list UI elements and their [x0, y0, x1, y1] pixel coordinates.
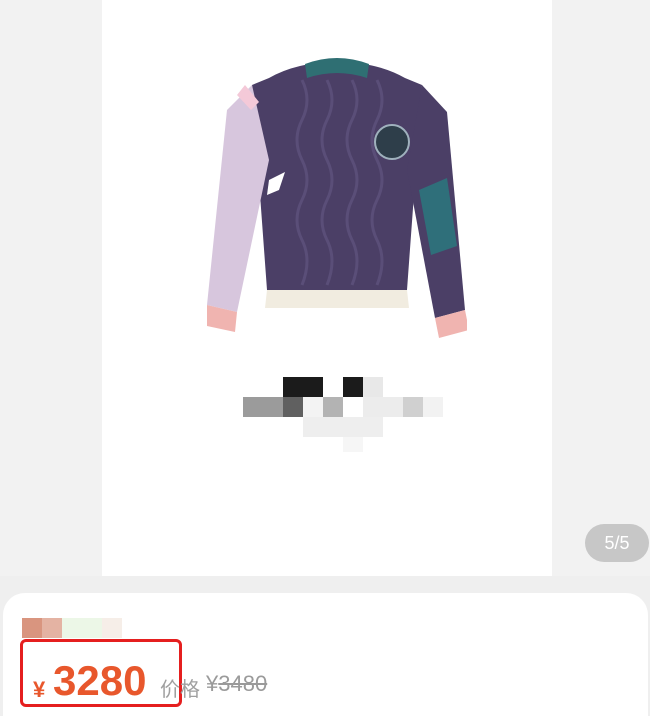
- original-price-label: 价格: [160, 679, 200, 701]
- mosaic-block: [323, 397, 343, 417]
- mosaic-block: [403, 397, 423, 417]
- mosaic-block: [363, 377, 383, 397]
- mosaic-block: [303, 417, 383, 437]
- product-page: 5/5 ¥ 3280 价格 ¥3480: [0, 0, 650, 716]
- mosaic-block: [283, 397, 303, 417]
- page-indicator: 5/5: [585, 524, 649, 562]
- price-section: ¥ 3280 价格 ¥3480: [3, 593, 648, 716]
- original-price-value: 3480: [218, 671, 268, 696]
- title-mosaic: [22, 618, 42, 638]
- sweater-illustration: [207, 58, 467, 338]
- title-mosaic: [102, 618, 122, 638]
- mosaic-block: [423, 397, 443, 417]
- mosaic-block: [303, 397, 323, 417]
- title-mosaic: [62, 618, 102, 638]
- current-price: 3280: [53, 657, 147, 704]
- mosaic-block: [243, 397, 283, 417]
- mosaic-block: [343, 377, 363, 397]
- mosaic-block: [363, 397, 403, 417]
- product-image[interactable]: [102, 0, 552, 576]
- currency-symbol: ¥: [33, 677, 46, 702]
- mosaic-block: [283, 377, 323, 397]
- image-gallery[interactable]: 5/5: [0, 0, 650, 576]
- title-mosaic: [42, 618, 62, 638]
- original-price: ¥3480: [206, 671, 267, 697]
- original-currency-symbol: ¥: [206, 671, 219, 696]
- mosaic-block: [343, 437, 363, 452]
